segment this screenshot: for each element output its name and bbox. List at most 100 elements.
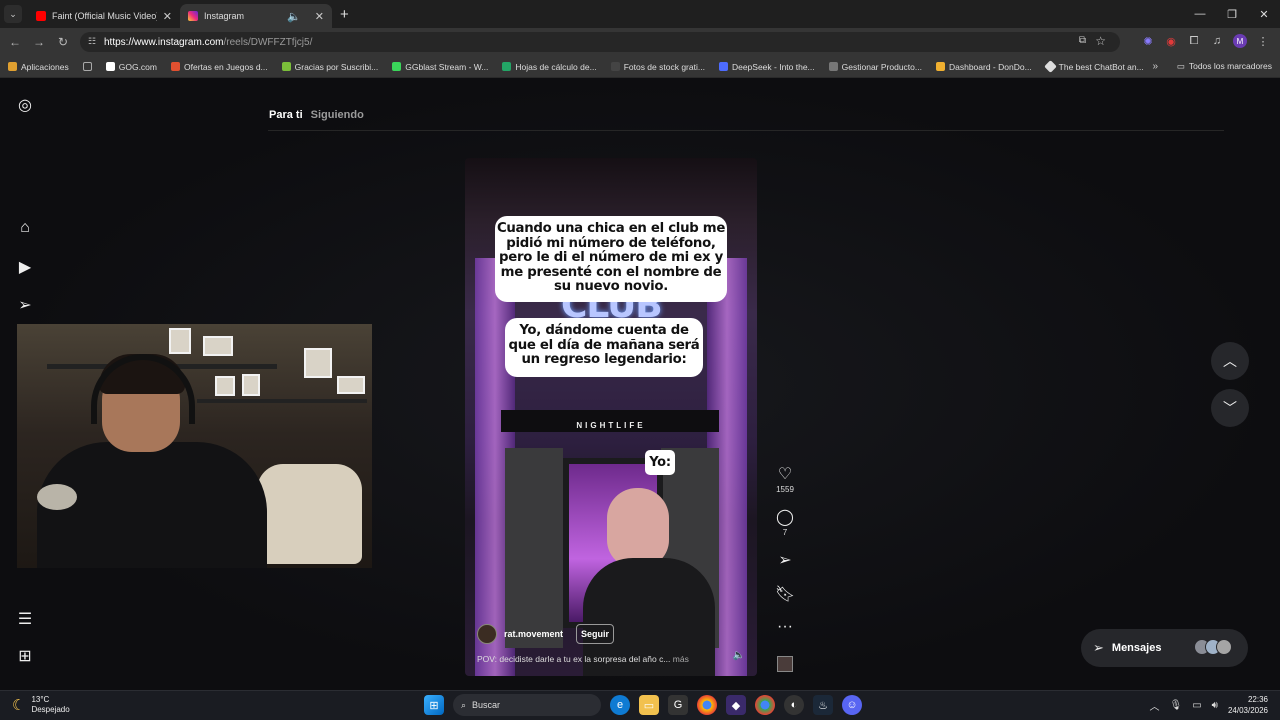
like-button[interactable]: ♡ 1559 bbox=[774, 464, 796, 494]
chrome-icon[interactable] bbox=[697, 695, 717, 715]
feed-divider bbox=[268, 130, 1224, 131]
url-field[interactable]: ☷ https://www.instagram.com/reels/DWFFZT… bbox=[80, 32, 1120, 52]
home-icon[interactable]: ⌂ bbox=[15, 219, 35, 237]
forward-icon[interactable]: → bbox=[27, 35, 51, 49]
bookmark-sheets[interactable]: Hojas de cálculo de... bbox=[502, 62, 597, 72]
kick-icon bbox=[392, 62, 402, 71]
close-window-button[interactable]: ✕ bbox=[1248, 8, 1280, 21]
speaker-icon[interactable]: 🔈 bbox=[287, 10, 301, 23]
microphone-icon[interactable]: 🎙︎ bbox=[1169, 700, 1182, 711]
media-control-icon[interactable]: ♫ bbox=[1210, 35, 1224, 47]
follow-button[interactable]: Seguir bbox=[576, 624, 615, 644]
send-icon: ➢ bbox=[1093, 640, 1104, 655]
send-icon[interactable]: ➢ bbox=[15, 295, 35, 315]
vpn-icon[interactable]: ◆ bbox=[726, 695, 746, 715]
like-count: 1559 bbox=[776, 485, 794, 494]
close-tab-icon[interactable]: ✕ bbox=[315, 10, 324, 23]
product-icon bbox=[828, 62, 838, 71]
bookmark-gestionar[interactable]: Gestionar Producto... bbox=[828, 62, 922, 72]
bookmarks-overflow-icon[interactable]: » bbox=[1152, 61, 1158, 72]
windows-start-icon[interactable]: ⊞ bbox=[424, 695, 444, 715]
comment-button[interactable]: ◯ 7 bbox=[774, 507, 796, 537]
tab-siguiendo[interactable]: Siguiendo bbox=[311, 109, 364, 121]
feed-tabs: Para ti Siguiendo bbox=[269, 109, 364, 121]
tray-expand-icon[interactable]: ︿ bbox=[1149, 698, 1159, 713]
more-options-button[interactable]: ··· bbox=[774, 618, 796, 636]
bookmark-ofertas[interactable]: Ofertas en Juegos d... bbox=[171, 62, 268, 72]
edge-icon[interactable]: e bbox=[610, 695, 630, 715]
message-avatars bbox=[1194, 639, 1232, 655]
next-reel-button[interactable]: ﹀ bbox=[1211, 389, 1249, 427]
chatbot-icon bbox=[1043, 60, 1057, 73]
bookmark-grid[interactable] bbox=[82, 62, 92, 71]
audio-thumbnail[interactable] bbox=[777, 656, 793, 672]
back-icon[interactable]: ← bbox=[3, 35, 27, 49]
taskbar-search[interactable]: ⌕ Buscar bbox=[453, 694, 601, 716]
minimize-button[interactable]: — bbox=[1184, 8, 1216, 20]
clock[interactable]: 22:36 24/03/2026 bbox=[1228, 694, 1268, 716]
weather-text: 13°C Despejado bbox=[31, 695, 69, 715]
all-bookmarks-folder[interactable]: ▭ Todos los marcadores bbox=[1177, 61, 1272, 72]
tab-title: Faint (Official Music Video) [4K bbox=[52, 11, 157, 21]
caption-bubble-2: Yo, dándome cuenta de que el día de maña… bbox=[505, 318, 703, 377]
reel-video[interactable]: CLUB TONDC NIGHTLIFE Cuando una chica en… bbox=[465, 158, 757, 676]
tab-search-button[interactable]: ⌄ bbox=[4, 5, 22, 23]
url-path: /reels/DWFFZTfjcj5/ bbox=[223, 36, 313, 48]
save-button[interactable]: 🔖︎ bbox=[774, 584, 796, 604]
folder-icon bbox=[935, 62, 945, 71]
extension-red-icon[interactable]: ◉ bbox=[1164, 35, 1178, 48]
share-button[interactable]: ➢ bbox=[774, 550, 796, 570]
site-info-icon[interactable]: ☷ bbox=[88, 36, 96, 47]
reels-icon[interactable]: ▶ bbox=[15, 257, 35, 277]
author-avatar[interactable] bbox=[477, 624, 497, 644]
app-circle-icon[interactable]: ◐ bbox=[784, 695, 804, 715]
maximize-button[interactable]: ❐ bbox=[1216, 8, 1248, 21]
instagram-logo-icon[interactable]: ◎ bbox=[15, 95, 35, 115]
messages-button[interactable]: ➢ Mensajes bbox=[1081, 629, 1248, 667]
browser-tab-bar: ⌄ Faint (Official Music Video) [4K ✕ Ins… bbox=[0, 0, 1280, 28]
grid-icon bbox=[82, 62, 92, 71]
more-apps-icon[interactable]: ⊞ bbox=[15, 646, 35, 666]
menu-icon[interactable]: ☰ bbox=[15, 609, 35, 629]
bookmark-chatbot[interactable]: The best ChatBot an... bbox=[1043, 60, 1144, 73]
previous-reel-button[interactable]: ︿ bbox=[1211, 342, 1249, 380]
tab-youtube[interactable]: Faint (Official Music Video) [4K ✕ bbox=[28, 4, 180, 28]
menu-kebab-icon[interactable]: ⋮ bbox=[1256, 35, 1270, 48]
author-username[interactable]: rat.movement bbox=[504, 629, 563, 639]
tab-para-ti[interactable]: Para ti bbox=[269, 109, 303, 121]
bookmark-ggblast[interactable]: GGblast Stream - W... bbox=[392, 62, 488, 72]
apps-grid-icon bbox=[8, 62, 17, 71]
file-explorer-icon[interactable]: ▭ bbox=[639, 695, 659, 715]
bookmark-gog[interactable]: GOG.com bbox=[105, 62, 157, 72]
chrome-profile-icon[interactable] bbox=[755, 695, 775, 715]
reload-icon[interactable]: ↻ bbox=[51, 35, 75, 49]
tab-title: Instagram bbox=[204, 11, 245, 21]
bookmark-stock[interactable]: Fotos de stock grati... bbox=[610, 62, 705, 72]
close-tab-icon[interactable]: ✕ bbox=[163, 10, 172, 23]
bookmark-star-icon[interactable]: ☆ bbox=[1095, 34, 1106, 48]
bookmark-deepseek[interactable]: DeepSeek - Into the... bbox=[718, 62, 815, 72]
heart-icon: ♡ bbox=[777, 466, 793, 483]
bookmark-dashboard[interactable]: Dashboard - DonDo... bbox=[935, 62, 1032, 72]
more-link[interactable]: más bbox=[673, 654, 689, 664]
tab-instagram[interactable]: Instagram 🔈 ✕ bbox=[180, 4, 332, 28]
shelf bbox=[197, 399, 367, 403]
discord-icon[interactable]: ☺ bbox=[842, 695, 862, 715]
profile-avatar[interactable]: M bbox=[1233, 34, 1247, 48]
description-text: POV: decidiste darle a tu ex la sorpresa… bbox=[477, 654, 671, 664]
install-app-icon[interactable]: ⧉ bbox=[1079, 35, 1086, 46]
bookmark-apps[interactable]: Aplicaciones bbox=[8, 62, 69, 72]
comment-count: 7 bbox=[782, 528, 788, 537]
address-bar-row: ← → ↻ ☷ https://www.instagram.com/reels/… bbox=[0, 28, 1280, 56]
app-g-icon[interactable]: G bbox=[668, 695, 688, 715]
extensions-puzzle-icon[interactable]: ⧠ bbox=[1187, 35, 1201, 48]
steam-icon[interactable]: ♨ bbox=[813, 695, 833, 715]
new-tab-button[interactable]: + bbox=[340, 6, 349, 23]
volume-icon[interactable]: 🔊︎ bbox=[1212, 700, 1218, 711]
volume-icon[interactable]: 🔈 bbox=[733, 650, 745, 661]
weather-widget[interactable]: ☾ 13°C Despejado bbox=[12, 695, 70, 715]
extension-gear-icon[interactable]: ✺ bbox=[1141, 35, 1155, 48]
window-controls: — ❐ ✕ bbox=[1184, 0, 1280, 28]
display-icon[interactable]: ▭ bbox=[1192, 700, 1201, 711]
bookmark-gracias[interactable]: Gracias por Suscribi... bbox=[281, 62, 378, 72]
